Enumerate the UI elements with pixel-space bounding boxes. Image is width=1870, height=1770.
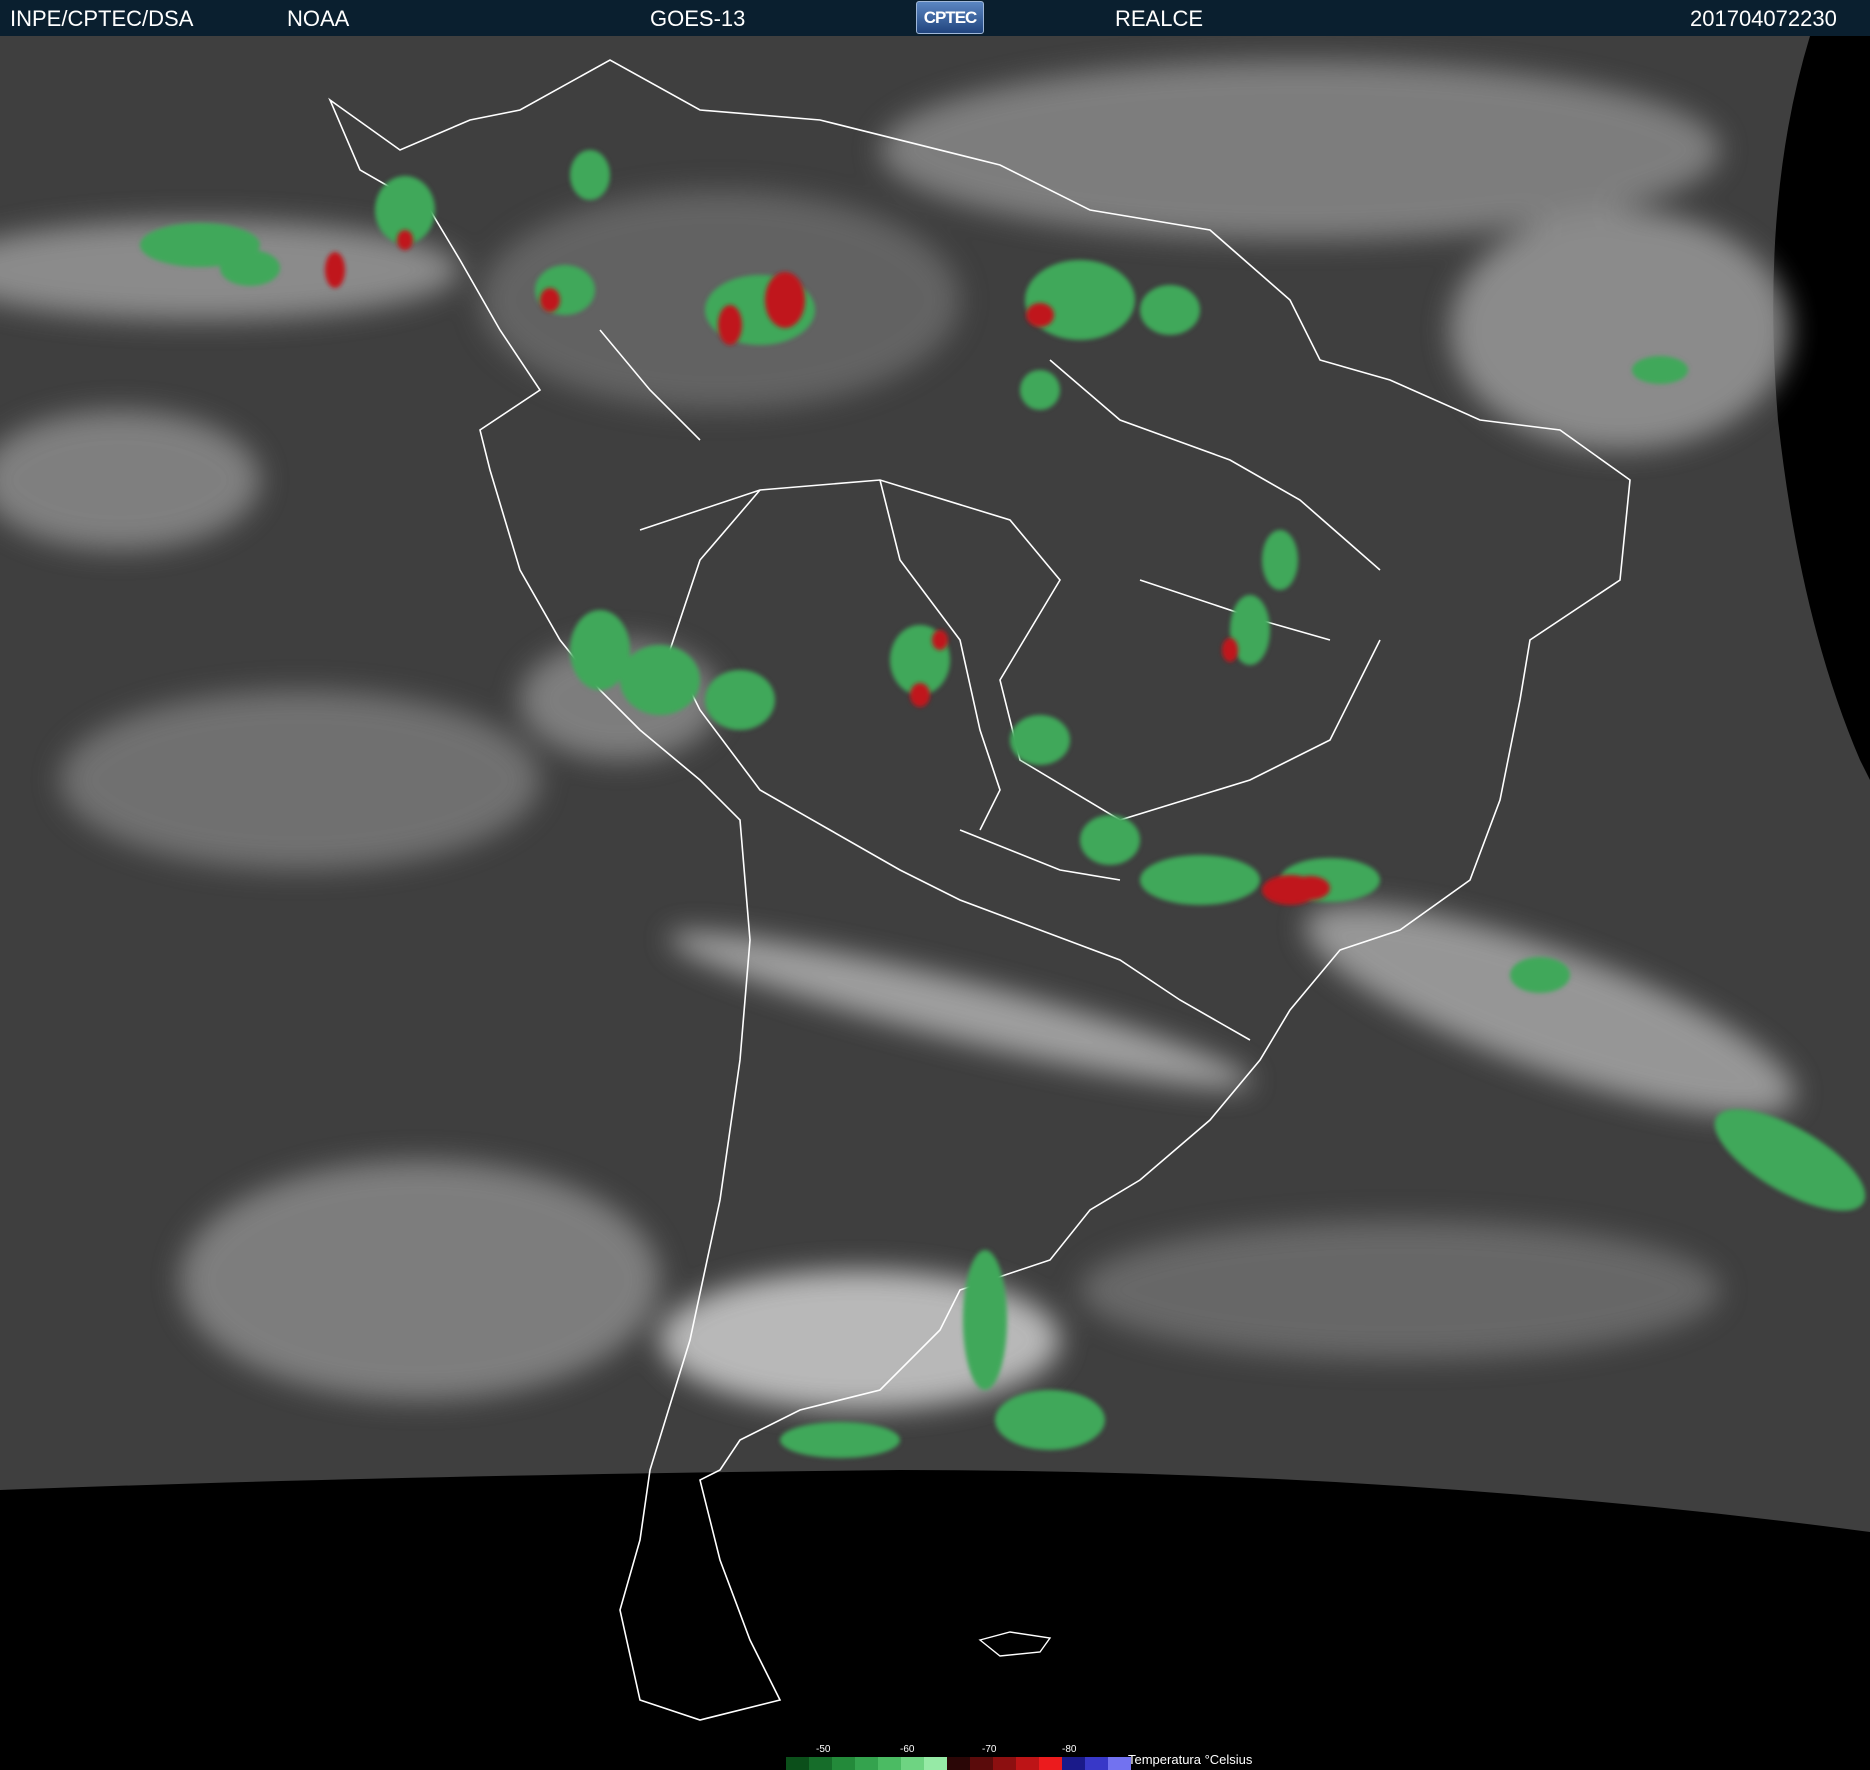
source-label: NOAA (287, 6, 350, 31)
legend-swatch (1016, 1757, 1039, 1770)
legend-swatch (786, 1757, 809, 1770)
legend-tick: -70 (982, 1744, 997, 1755)
legend-swatch (878, 1757, 901, 1770)
legend-swatch (924, 1757, 947, 1770)
legend-swatch (901, 1757, 924, 1770)
legend-tick: -50 (816, 1744, 831, 1755)
satellite-label: GOES-13 (650, 6, 746, 31)
legend-tick: -80 (1062, 1744, 1077, 1755)
legend-swatch (855, 1757, 878, 1770)
temperature-color-scale (786, 1757, 1131, 1770)
header-bar: INPE/CPTEC/DSA NOAA GOES-13 CPTEC REALCE… (0, 0, 1870, 36)
agency-label: INPE/CPTEC/DSA (10, 6, 194, 31)
legend-swatch (993, 1757, 1016, 1770)
legend-title: Temperatura °Celsius (1128, 1752, 1253, 1767)
legend-swatch (809, 1757, 832, 1770)
legend-swatch (1039, 1757, 1062, 1770)
cptec-logo: CPTEC (916, 1, 984, 34)
legend-tick: -60 (900, 1744, 915, 1755)
legend-swatch (832, 1757, 855, 1770)
legend-swatch (1085, 1757, 1108, 1770)
legend-swatch (947, 1757, 970, 1770)
satellite-map (0, 36, 1870, 1721)
timestamp-label: 201704072230 (1690, 6, 1837, 31)
product-label: REALCE (1115, 6, 1204, 31)
falkland-islands (978, 1631, 1052, 1657)
legend-swatch (1062, 1757, 1085, 1770)
legend-swatch (970, 1757, 993, 1770)
